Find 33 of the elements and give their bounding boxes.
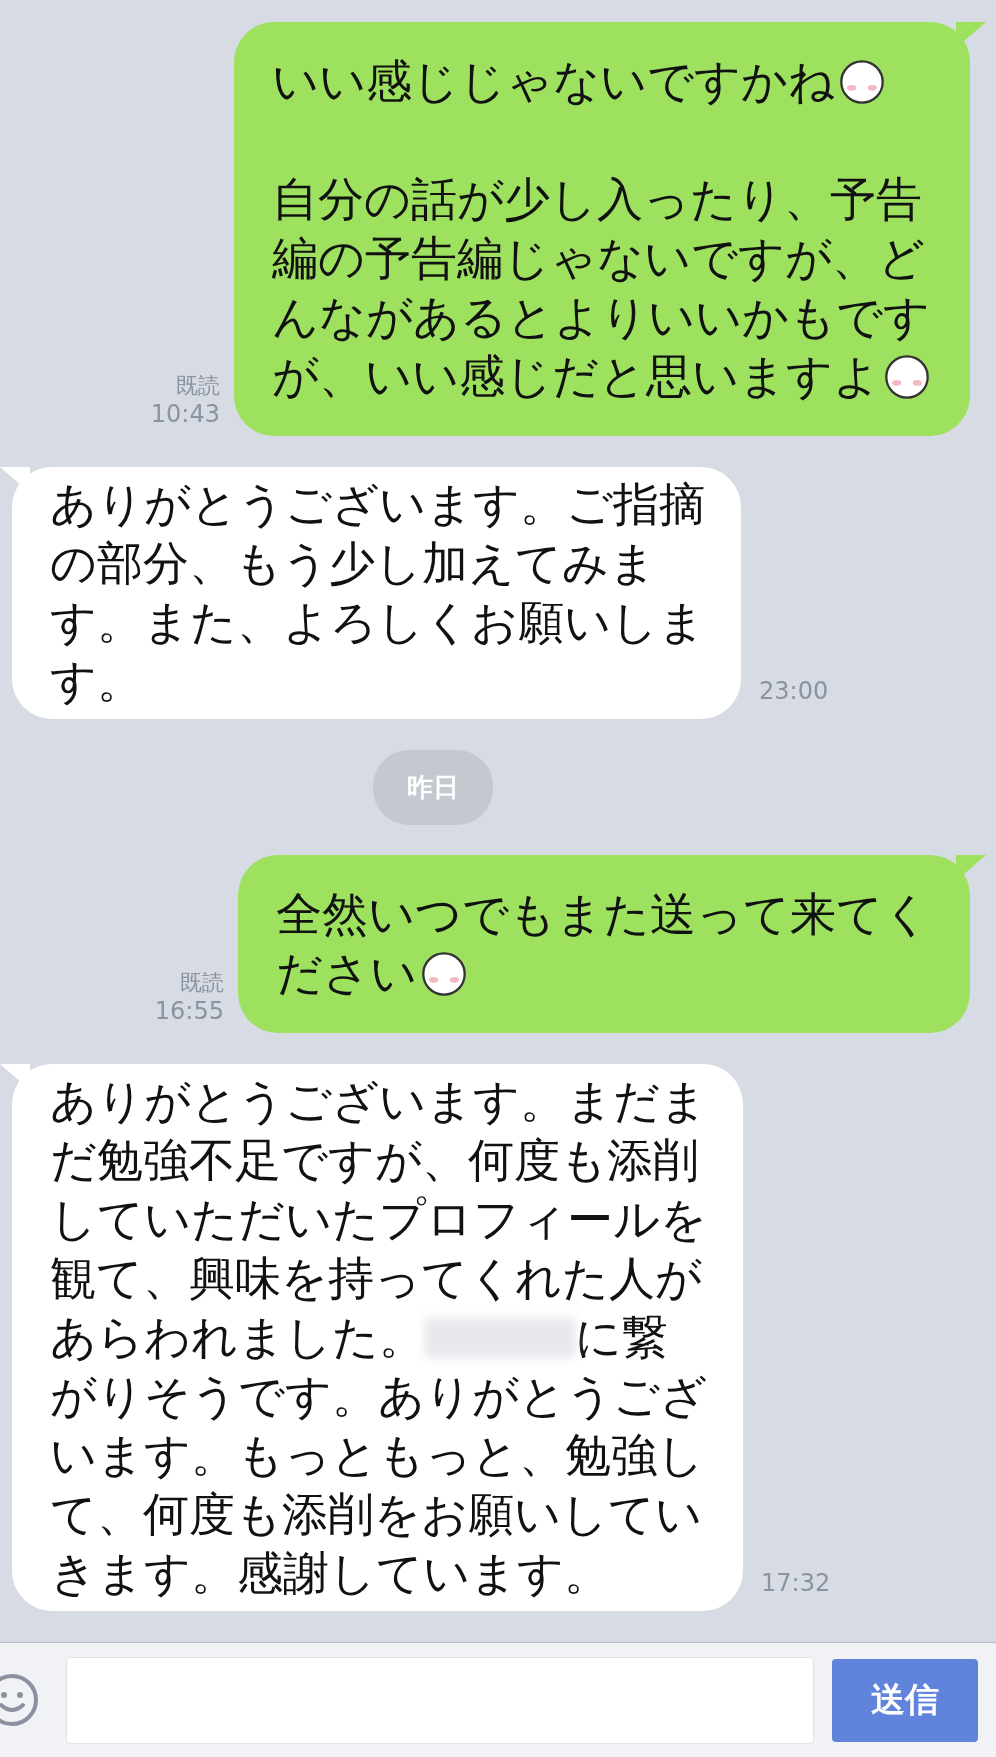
- emoji-icon: [839, 58, 885, 105]
- read-receipt: 既読: [176, 372, 220, 400]
- message-time: 10:43: [150, 400, 220, 428]
- message-text: していただいたプロフィールを: [50, 1191, 707, 1248]
- message-text: す。また、よろしくお願いしま: [50, 594, 705, 651]
- message-text: て、何度も添削をお願いしてい: [50, 1486, 702, 1543]
- message-text: す。: [50, 653, 143, 710]
- message-text: んながあるとよりいいかもです: [272, 289, 930, 346]
- emoji-icon: [421, 950, 467, 997]
- message-text: いい感じじゃないですかね: [272, 53, 835, 110]
- send-button[interactable]: 送信: [832, 1658, 978, 1742]
- message-text: の部分、もう少し加えてみま: [50, 535, 656, 592]
- emoji-icon: [884, 353, 930, 400]
- message-input[interactable]: [66, 1656, 814, 1744]
- message-text: 全然いつでもまた送って来てく: [276, 886, 930, 943]
- read-receipt: 既読: [180, 969, 224, 997]
- message-text: ださい: [276, 945, 417, 1002]
- message-text: に繋: [575, 1309, 668, 1366]
- message-text: が、いい感じだと思いますよ: [272, 348, 880, 405]
- message-time: 16:55: [154, 997, 224, 1025]
- message-text: ありがとうございます。ご指摘: [50, 476, 705, 533]
- message-text: います。もっともっと、勉強し: [50, 1427, 704, 1484]
- message-text: 観て、興味を持ってくれた人が: [50, 1250, 702, 1307]
- message-text: がりそうです。ありがとうござ: [50, 1368, 707, 1425]
- message-text: だ勉強不足ですが、何度も添削: [50, 1132, 699, 1189]
- message-text: あらわれました。: [50, 1309, 425, 1366]
- message-time: 17:32: [761, 1569, 831, 1597]
- message-text: 自分の話が少し入ったり、予告: [272, 171, 922, 228]
- message-time: 23:00: [759, 677, 829, 705]
- message-text: 編の予告編じゃないですが、ど: [272, 230, 925, 287]
- message-text: ありがとうございます。まだま: [50, 1073, 707, 1130]
- message-text: きます。感謝しています。: [50, 1545, 610, 1602]
- date-label: 昨日: [373, 750, 493, 825]
